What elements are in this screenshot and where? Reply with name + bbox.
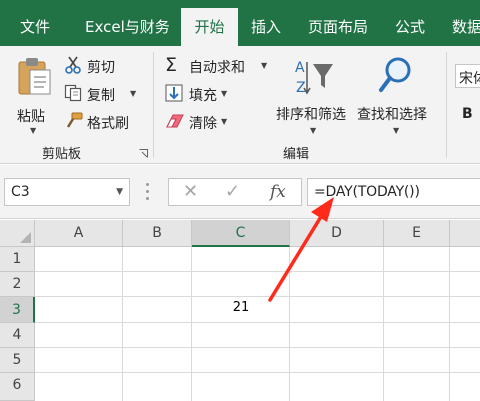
name-box[interactable]: C3 ▼ — [4, 178, 130, 206]
name-box-value: C3 — [11, 184, 30, 200]
column-header-e[interactable]: E — [384, 220, 450, 247]
font-name-select[interactable]: 宋体 — [455, 64, 480, 88]
row-header-3[interactable]: 3 — [0, 297, 35, 323]
row-header-6[interactable]: 6 — [0, 373, 35, 401]
row-header-5[interactable]: 5 — [0, 348, 35, 373]
format-painter-icon — [66, 112, 83, 128]
column-header-f[interactable] — [450, 220, 480, 247]
format-painter-button[interactable]: 格式刷 — [62, 111, 142, 133]
bold-button[interactable]: B — [462, 106, 473, 122]
autosum-button[interactable]: Σ 自动求和 ▼ — [163, 54, 273, 77]
tab-file[interactable]: 文件 — [20, 8, 50, 46]
gridline — [35, 271, 480, 272]
gridline — [35, 296, 480, 297]
group-separator — [446, 52, 447, 158]
cell-c3[interactable]: 21 — [192, 300, 290, 315]
clipboard-group-label: 剪贴板 — [42, 147, 82, 162]
chevron-down-icon[interactable]: ▼ — [310, 126, 316, 135]
eraser-icon — [166, 114, 184, 128]
paste-button[interactable]: 粘贴 ▼ — [10, 54, 55, 140]
autosum-label: 自动求和 — [189, 60, 245, 76]
svg-text:A: A — [295, 60, 305, 76]
gridline — [35, 347, 480, 348]
chevron-down-icon[interactable]: ▼ — [221, 117, 227, 126]
tab-home[interactable]: 开始 — [181, 8, 238, 46]
tab-insert[interactable]: 插入 — [251, 8, 281, 46]
formula-bar: C3 ▼ ✕ ✓ fx =DAY(TODAY()) — [0, 165, 480, 219]
gridline — [35, 372, 480, 373]
resize-handle[interactable] — [146, 183, 150, 201]
gridline — [35, 322, 480, 323]
magnifier-icon — [379, 57, 411, 92]
chevron-down-icon[interactable]: ▼ — [261, 61, 267, 70]
fill-down-icon — [165, 84, 183, 102]
formula-input[interactable]: =DAY(TODAY()) — [307, 178, 480, 206]
select-all-corner[interactable] — [0, 220, 35, 247]
dialog-launcher-icon[interactable] — [139, 149, 148, 158]
sort-filter-icon: A Z — [295, 60, 333, 96]
ribbon-tab-bar: 文件 Excel与财务 开始 插入 页面布局 公式 数据 — [0, 0, 480, 46]
clear-button[interactable]: 清除 ▼ — [163, 111, 243, 133]
group-separator — [153, 52, 154, 158]
chevron-down-icon[interactable]: ▼ — [130, 89, 136, 98]
tab-data[interactable]: 数据 — [452, 8, 480, 46]
sort-filter-label: 排序和筛选 — [276, 107, 346, 123]
copy-label: 复制 — [87, 88, 115, 104]
cancel-icon[interactable]: ✕ — [183, 181, 198, 202]
formula-buttons: ✕ ✓ fx — [168, 178, 302, 206]
sigma-icon: Σ — [165, 54, 178, 76]
enter-check-icon[interactable]: ✓ — [225, 181, 240, 202]
format-painter-label: 格式刷 — [87, 116, 129, 132]
column-header-d[interactable]: D — [290, 220, 384, 247]
chevron-down-icon[interactable]: ▼ — [393, 126, 399, 135]
fill-label: 填充 — [189, 88, 217, 104]
chevron-down-icon[interactable]: ▼ — [221, 89, 227, 98]
tab-page-layout[interactable]: 页面布局 — [308, 8, 368, 46]
ribbon-home: 粘贴 ▼ 剪切 复制 ▼ 格式刷 剪贴板 Σ 自动求和 ▼ 填充 ▼ 清除 ▼ … — [0, 46, 480, 164]
find-select-button[interactable]: 查找和选择 ▼ — [356, 54, 438, 140]
insert-function-icon[interactable]: fx — [270, 182, 286, 202]
copy-button[interactable]: 复制 ▼ — [62, 83, 142, 105]
row-header-4[interactable]: 4 — [0, 323, 35, 348]
tab-formulas[interactable]: 公式 — [395, 8, 425, 46]
column-header-b[interactable]: B — [123, 220, 192, 247]
tab-excel-finance[interactable]: Excel与财务 — [85, 8, 170, 46]
chevron-down-icon[interactable]: ▼ — [30, 126, 36, 135]
column-header-c[interactable]: C — [192, 220, 290, 247]
editing-group-label: 编辑 — [283, 147, 310, 162]
fill-button[interactable]: 填充 ▼ — [163, 83, 243, 105]
scissors-icon — [65, 56, 81, 74]
worksheet-grid[interactable]: A B C D E 1 2 3 4 5 6 21 — [0, 220, 480, 401]
clear-label: 清除 — [189, 116, 217, 132]
copy-icon — [64, 84, 82, 102]
find-select-label: 查找和选择 — [357, 107, 427, 123]
cut-button[interactable]: 剪切 — [62, 55, 142, 77]
formula-text: =DAY(TODAY()) — [314, 184, 420, 200]
row-header-1[interactable]: 1 — [0, 247, 35, 272]
chevron-down-icon[interactable]: ▼ — [116, 187, 123, 197]
clipboard-paste-icon — [18, 58, 51, 95]
column-header-a[interactable]: A — [35, 220, 123, 247]
cut-label: 剪切 — [87, 60, 115, 76]
sort-filter-button[interactable]: A Z 排序和筛选 ▼ — [273, 54, 355, 140]
row-header-2[interactable]: 2 — [0, 272, 35, 297]
paste-label: 粘贴 — [17, 109, 45, 125]
